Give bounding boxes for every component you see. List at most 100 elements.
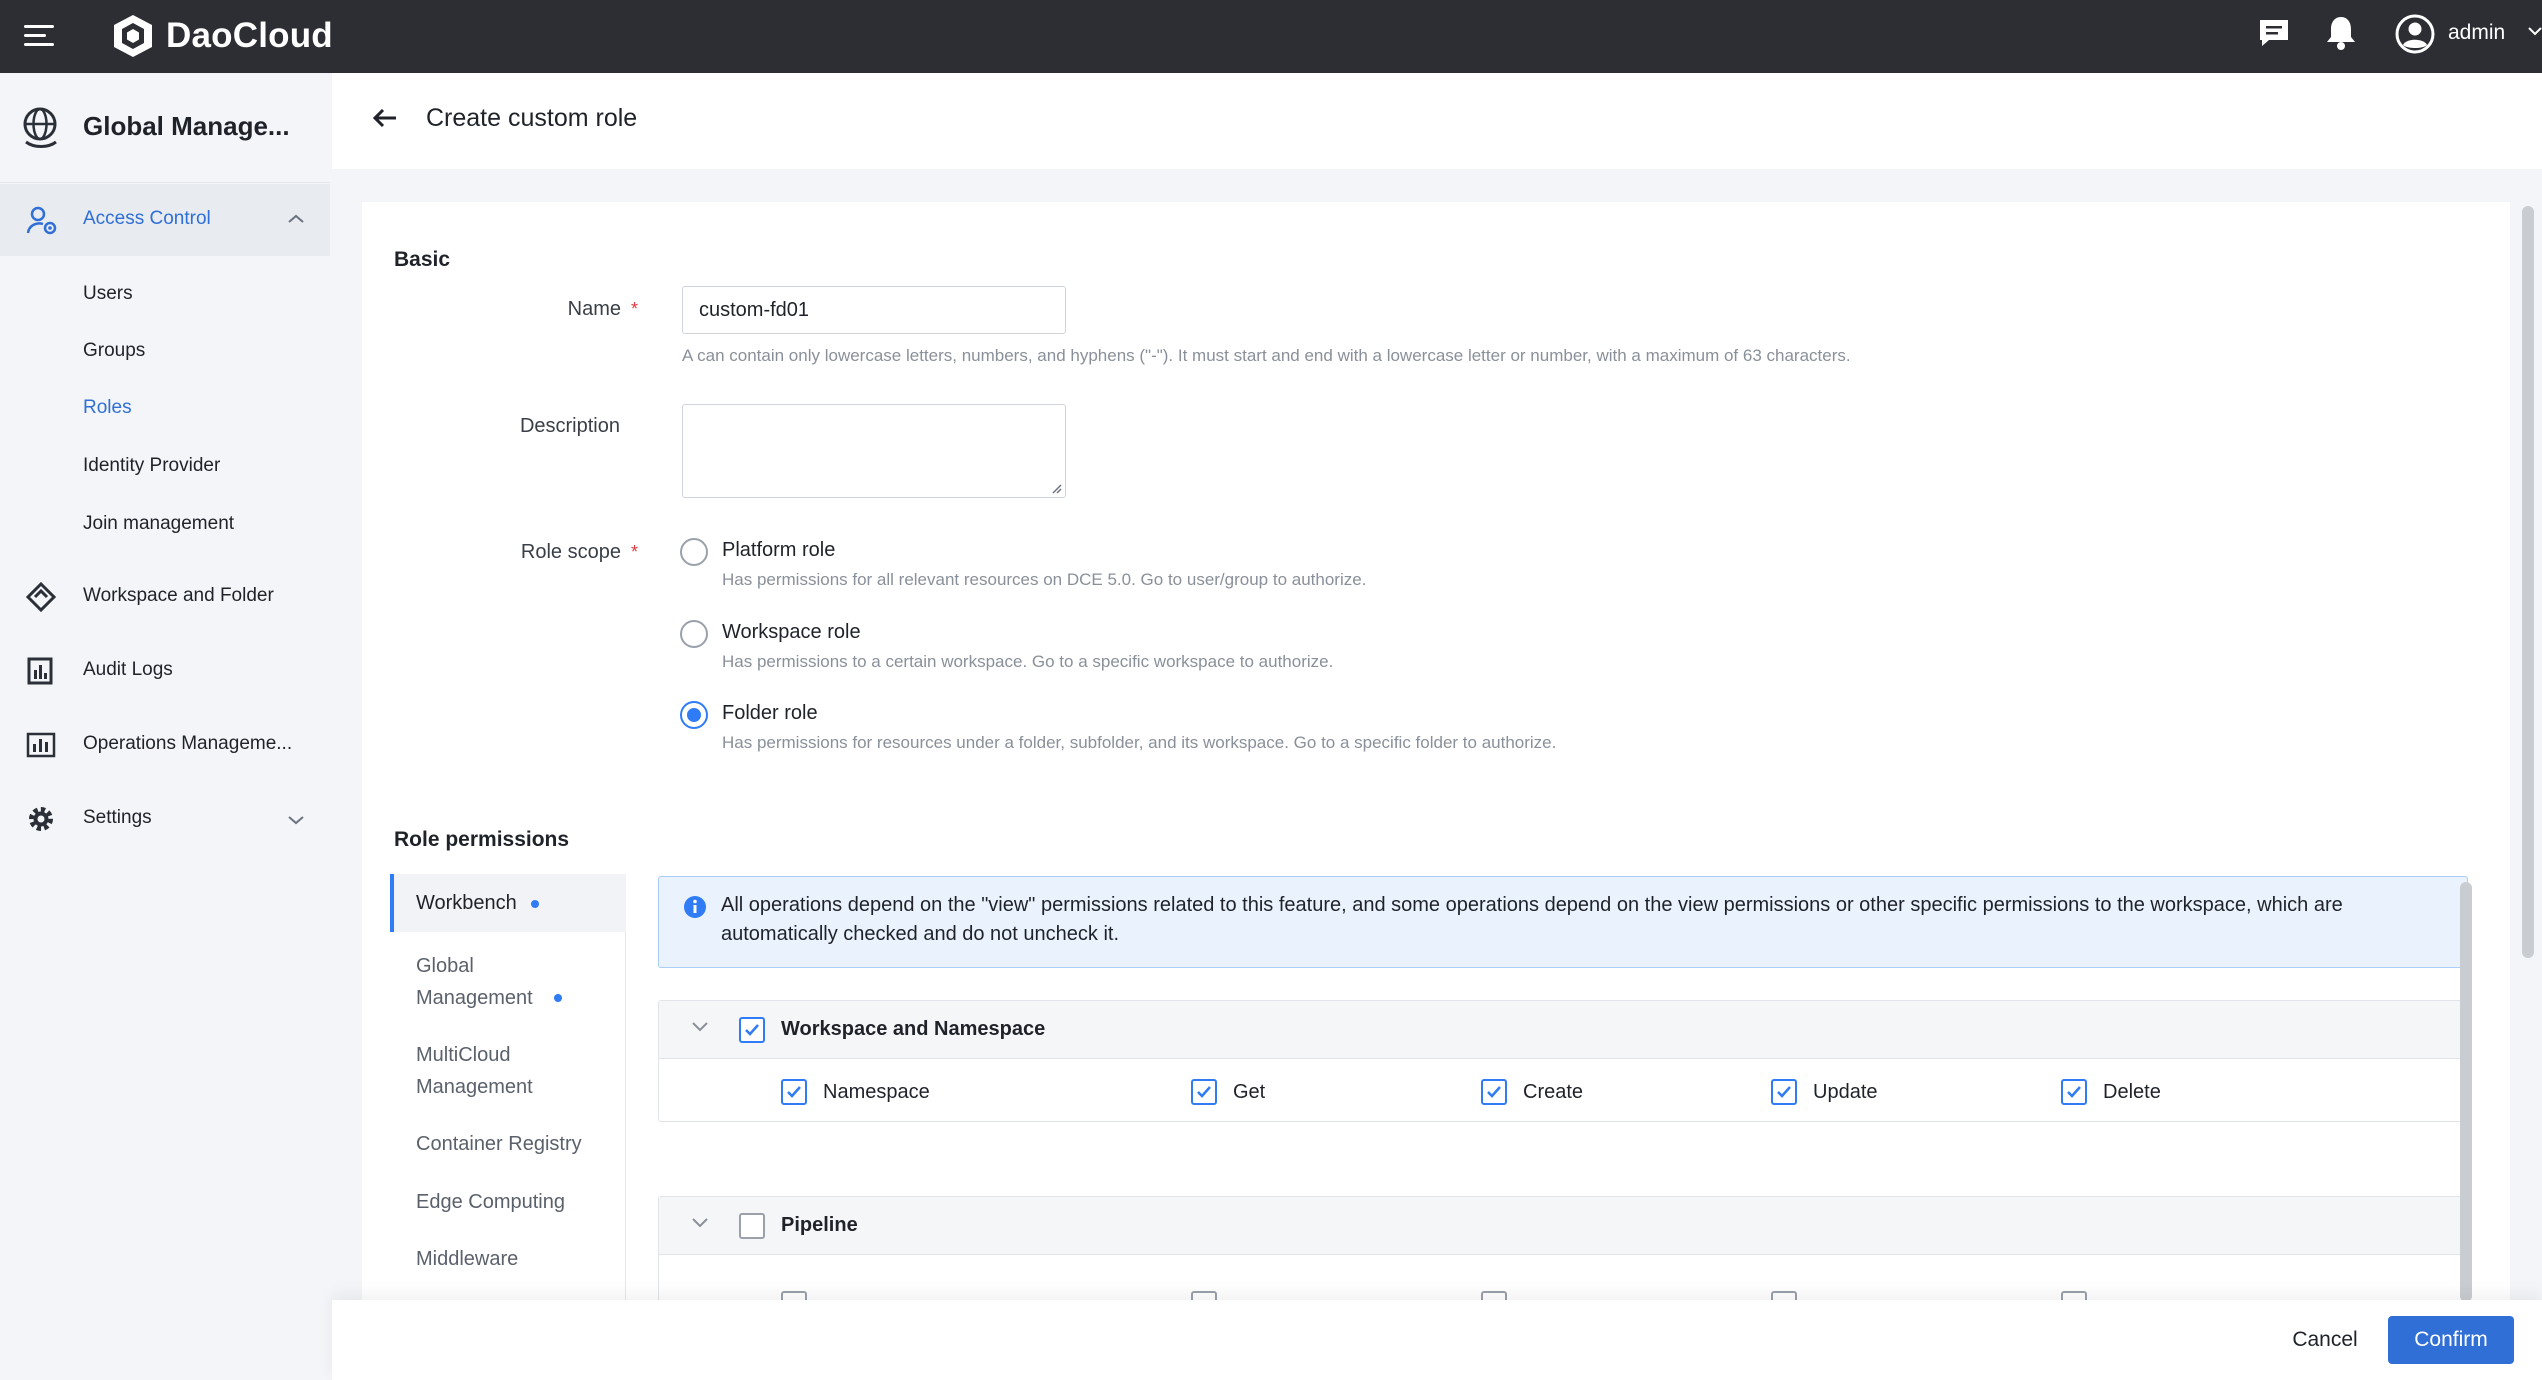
tab-multicloud-management[interactable]: MultiCloud Management [390, 1039, 590, 1103]
chevron-down-icon[interactable] [2528, 26, 2542, 36]
check-icon [1777, 1086, 1791, 1098]
sidebar-section-label: Workspace and Folder [83, 585, 274, 606]
description-textarea[interactable] [682, 404, 1066, 498]
operations-chart-icon [26, 732, 56, 758]
user-name[interactable]: admin [2448, 21, 2505, 45]
globe-icon [23, 107, 57, 148]
confirm-button[interactable]: Confirm [2388, 1316, 2514, 1364]
sidebar-section-access-control[interactable]: Access Control [0, 184, 330, 256]
required-asterisk: * [630, 542, 638, 562]
check-icon [2067, 1086, 2081, 1098]
chevron-down-icon[interactable] [691, 1021, 709, 1033]
page-header: Create custom role [332, 73, 2542, 169]
sidebar-item-roles[interactable]: Roles [83, 397, 132, 419]
brand-logo[interactable]: DaoCloud [110, 8, 333, 64]
bell-icon[interactable] [2323, 14, 2359, 52]
message-icon[interactable] [2256, 15, 2292, 51]
footer-bar: Cancel Confirm [332, 1300, 2542, 1380]
name-hint: A can contain only lowercase letters, nu… [682, 346, 1851, 365]
chevron-up-icon[interactable] [288, 214, 304, 224]
sidebar-item-users[interactable]: Users [83, 283, 133, 305]
basic-section-title: Basic [394, 248, 451, 271]
check-icon [787, 1086, 801, 1098]
radio-workspace-role[interactable]: Workspace role Has permissions to a cert… [680, 620, 1333, 671]
hamburger-icon[interactable] [24, 21, 56, 51]
info-alert: All operations depend on the "view" perm… [658, 876, 2468, 968]
name-input[interactable] [682, 286, 1066, 334]
user-avatar-icon[interactable] [2394, 13, 2436, 55]
group-checkbox[interactable] [739, 1213, 765, 1239]
info-text: All operations depend on the "view" perm… [721, 894, 2343, 945]
group-checkbox[interactable] [739, 1017, 765, 1043]
sidebar: Global Manage... Access Control Users Gr… [0, 73, 330, 1380]
get-checkbox[interactable] [1191, 1079, 1217, 1105]
tab-middleware[interactable]: Middleware [390, 1243, 626, 1275]
role-permissions-title: Role permissions [394, 828, 570, 851]
role-scope-label: Role scope * [520, 541, 638, 563]
radio-label: Workspace role [722, 621, 861, 643]
required-asterisk: * [630, 299, 638, 319]
sidebar-item-identity-provider[interactable]: Identity Provider [83, 455, 220, 477]
radio-label: Platform role [722, 539, 836, 561]
radio-button[interactable] [680, 620, 708, 648]
sidebar-item-join-management[interactable]: Join management [83, 513, 234, 535]
perm-delete-label: Delete [2103, 1081, 2161, 1103]
update-checkbox[interactable] [1771, 1079, 1797, 1105]
radio-description: Has permissions for resources under a fo… [722, 733, 1557, 752]
perm-namespace-label: Namespace [823, 1081, 930, 1103]
namespace-checkbox[interactable] [781, 1079, 807, 1105]
tab-edge-computing[interactable]: Edge Computing [390, 1186, 626, 1218]
permissions-scrollbar[interactable] [2460, 882, 2472, 1302]
audit-log-icon [27, 657, 53, 685]
name-label: Name * [567, 298, 638, 320]
group-header: Pipeline [659, 1197, 2467, 1255]
sidebar-section-operations-management[interactable]: Operations Manageme... [0, 709, 330, 781]
arrow-left-icon[interactable] [372, 107, 398, 129]
info-icon [684, 896, 706, 918]
chevron-down-icon[interactable] [288, 815, 304, 825]
daocloud-logo-icon [114, 15, 152, 57]
modified-dot [530, 899, 539, 908]
sidebar-section-workspace-folder[interactable]: Workspace and Folder [0, 561, 330, 633]
top-bar: DaoCloud admin [0, 0, 2542, 73]
perm-get-label: Get [1233, 1081, 1266, 1103]
chevron-down-icon[interactable] [691, 1217, 709, 1229]
sidebar-section-label: Audit Logs [83, 659, 173, 680]
check-icon [745, 1024, 759, 1036]
permission-tabs: Workbench Global Management MultiCloud M… [390, 874, 626, 1302]
radio-platform-role[interactable]: Platform role Has permissions for all re… [680, 538, 1366, 589]
radio-button[interactable] [680, 538, 708, 566]
perm-create-label: Create [1523, 1081, 1584, 1103]
resize-grip-icon[interactable] [1050, 482, 1062, 494]
radio-description: Has permissions to a certain workspace. … [722, 652, 1334, 671]
tab-workbench[interactable]: Workbench [390, 874, 626, 932]
sidebar-section-settings[interactable]: Settings [0, 783, 330, 855]
user-gear-icon [26, 206, 57, 235]
sidebar-header[interactable]: Global Manage... [0, 73, 330, 183]
create-checkbox[interactable] [1481, 1079, 1507, 1105]
tab-global-management[interactable]: Global Management [390, 950, 590, 1014]
form-card: Basic Name* A can contain only lowercase… [362, 202, 2510, 1302]
sidebar-title: Global Manage... [83, 111, 290, 141]
workspace-icon [26, 582, 56, 612]
description-label: Description [519, 415, 620, 437]
tab-container-registry[interactable]: Container Registry [390, 1128, 626, 1160]
check-icon [1197, 1086, 1211, 1098]
radio-button-checked[interactable] [680, 701, 708, 729]
delete-checkbox[interactable] [2061, 1079, 2087, 1105]
sidebar-item-groups[interactable]: Groups [83, 340, 145, 362]
gear-icon [29, 807, 53, 831]
cancel-button[interactable]: Cancel [2270, 1316, 2380, 1364]
radio-label: Folder role [722, 702, 818, 724]
sidebar-section-label: Access Control [83, 208, 211, 229]
permission-group-workspace-namespace: Workspace and Namespace Namespace Get Cr… [658, 1000, 2468, 1122]
group-title: Workspace and Namespace [781, 1018, 1046, 1040]
check-icon [1487, 1086, 1501, 1098]
radio-folder-role[interactable]: Folder role Has permissions for resource… [680, 701, 1556, 752]
sidebar-section-label: Operations Manageme... [83, 733, 293, 754]
sidebar-section-audit-logs[interactable]: Audit Logs [0, 635, 330, 707]
page-scrollbar[interactable] [2522, 206, 2534, 958]
permission-group-pipeline: Pipeline [658, 1196, 2468, 1302]
modified-dot [554, 994, 562, 1002]
brand-name: DaoCloud [166, 16, 333, 55]
